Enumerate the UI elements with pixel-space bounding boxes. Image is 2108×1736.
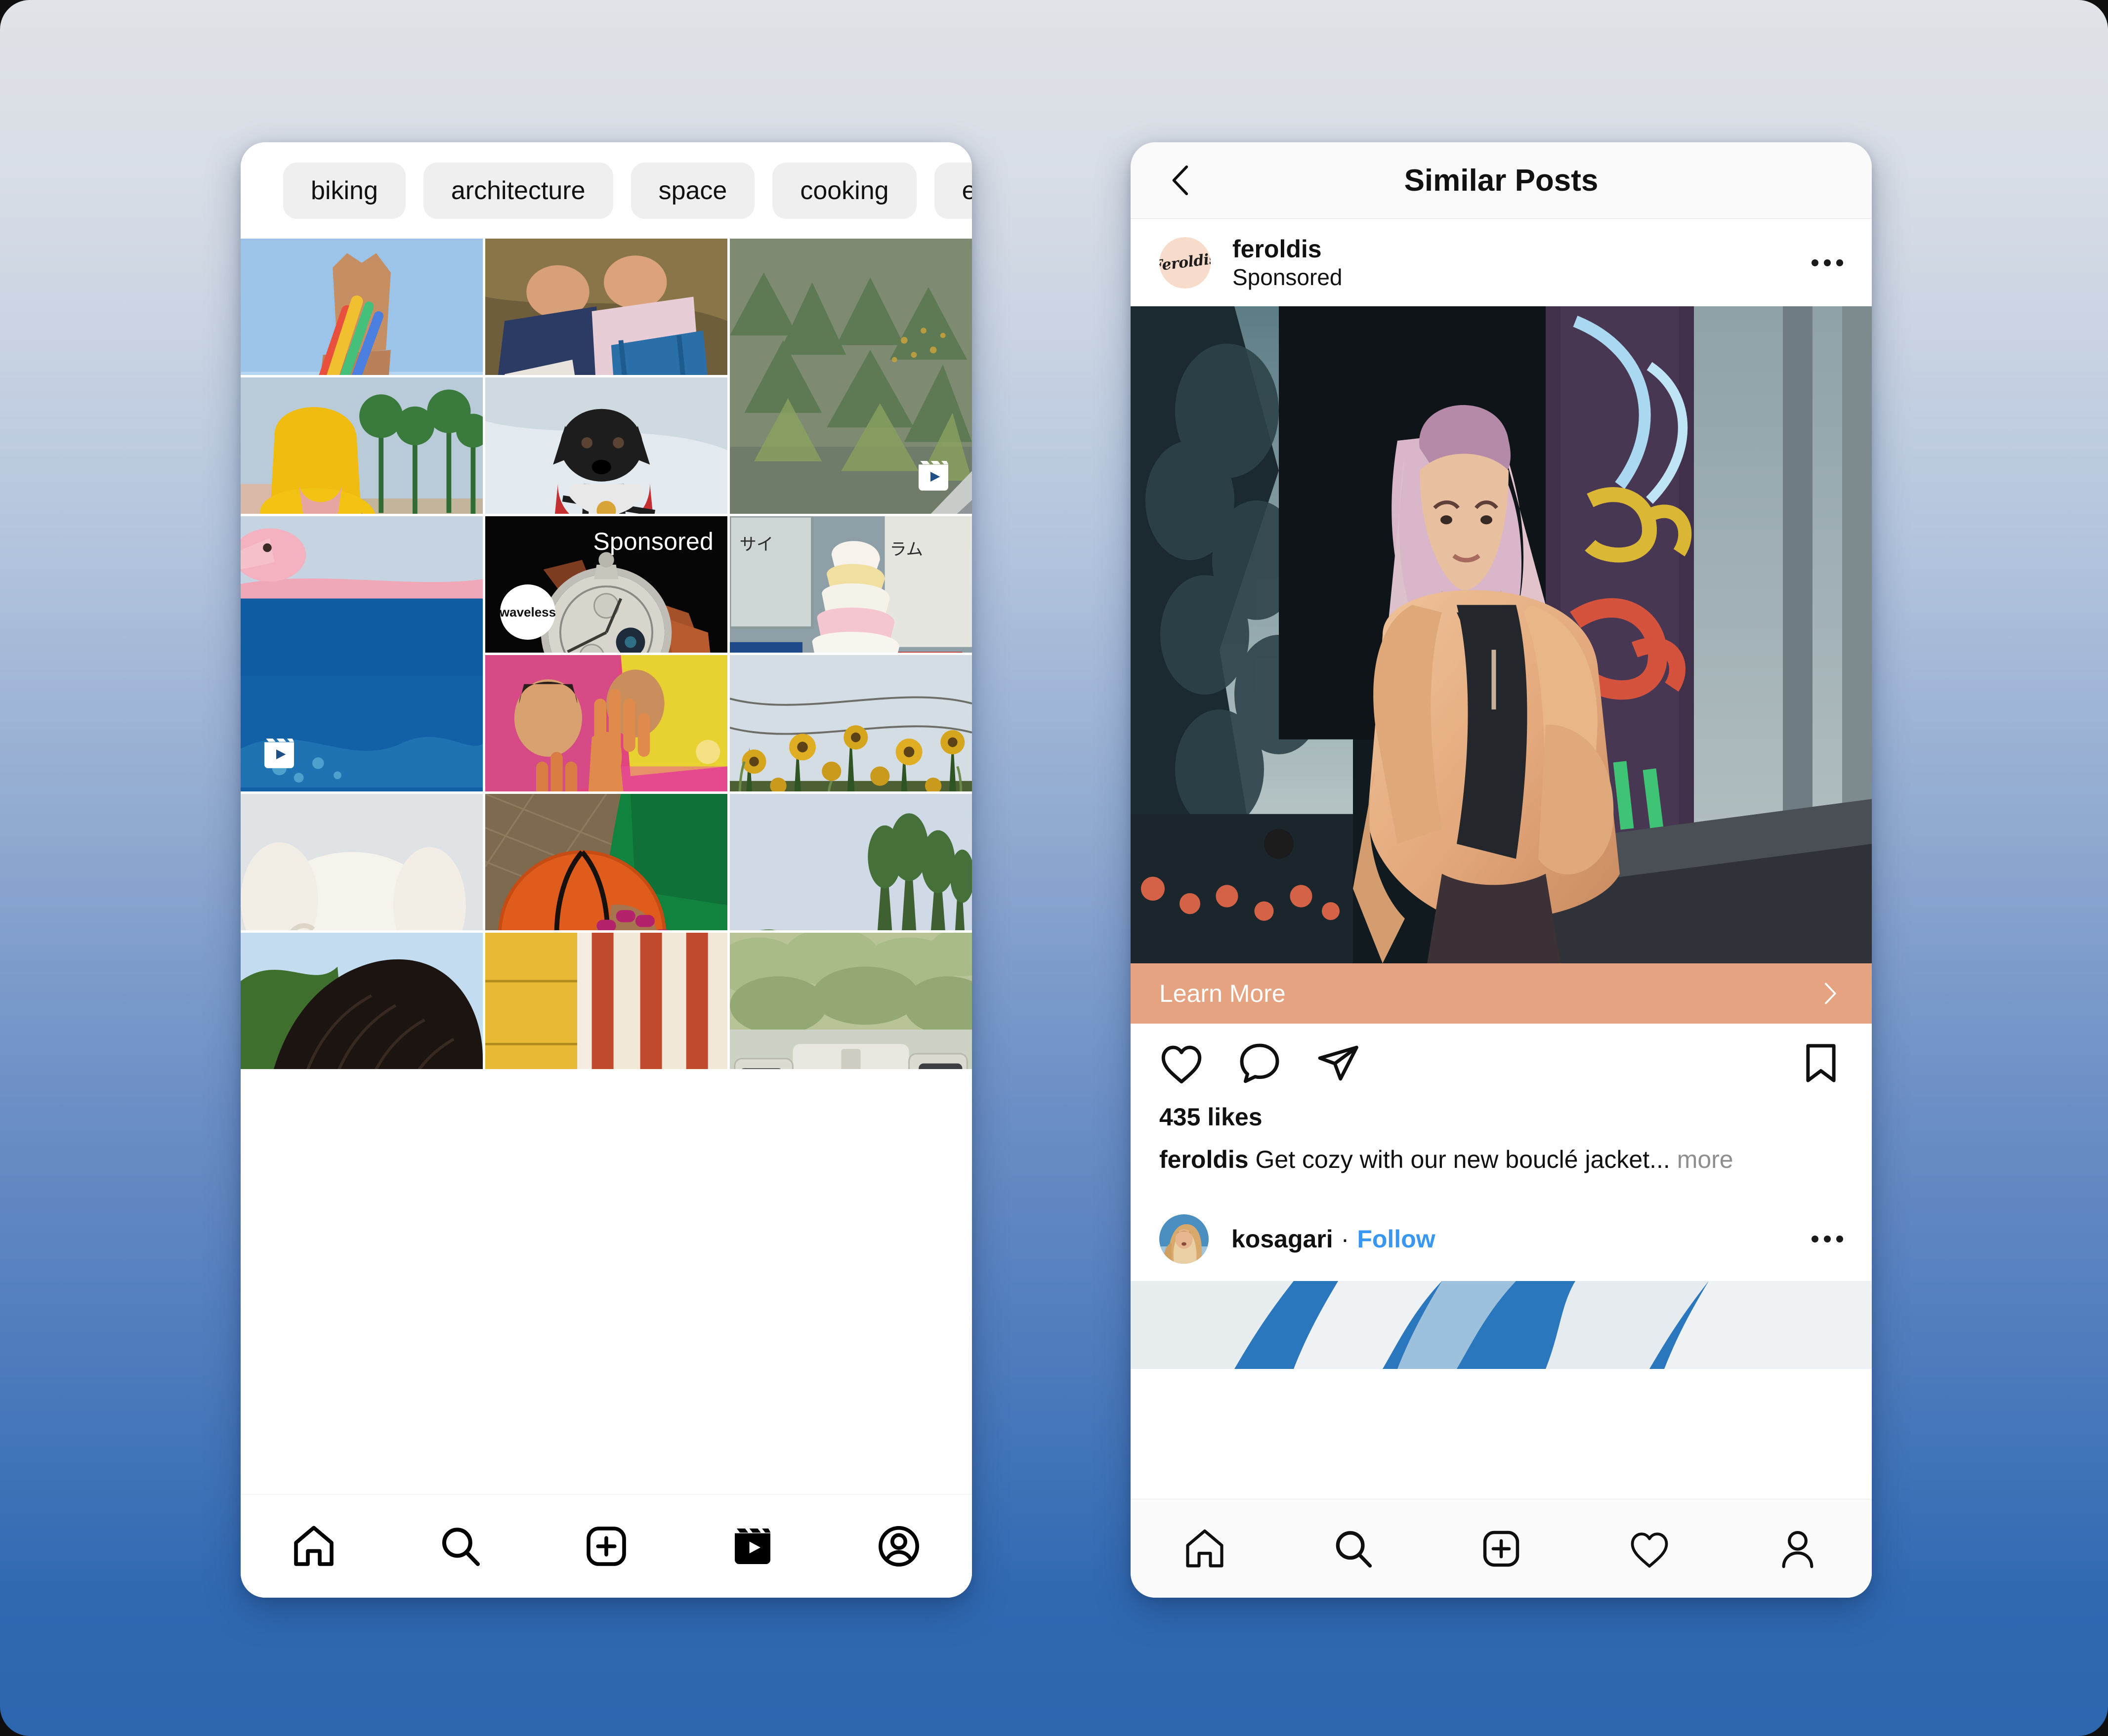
search-icon[interactable] <box>436 1523 484 1570</box>
grid-tile-sunflowers[interactable] <box>730 655 972 791</box>
reels-icon[interactable] <box>729 1523 776 1570</box>
bottom-navigation-post[interactable] <box>1131 1499 1872 1598</box>
grid-tile-garden-trees[interactable] <box>730 794 972 930</box>
svg-text:ラム: ラム <box>889 540 923 559</box>
screen-header: Similar Posts <box>1131 142 1872 219</box>
plus-box-icon[interactable] <box>1478 1526 1524 1571</box>
more-options-icon[interactable] <box>1812 1235 1843 1242</box>
learn-more-cta[interactable]: Learn More <box>1131 963 1872 1024</box>
grid-tile-party-hands[interactable] <box>485 655 727 791</box>
avatar[interactable]: Feroldis <box>1159 237 1211 289</box>
curly-hair-image <box>241 933 483 1069</box>
topic-chip-space[interactable]: space <box>631 162 755 219</box>
follow-button[interactable]: Follow <box>1357 1225 1435 1253</box>
chevron-left-icon[interactable] <box>1162 161 1201 200</box>
heart-icon[interactable] <box>1157 1039 1206 1087</box>
grid-tile-curly-hair[interactable] <box>241 933 483 1069</box>
yellow-raincoat-image <box>241 377 483 514</box>
chip-label: cooking <box>800 176 889 205</box>
hand-beads-image <box>241 239 483 375</box>
chip-label: architecture <box>451 176 586 205</box>
chip-label: space <box>658 176 727 205</box>
garden-trees-image <box>730 794 972 930</box>
share-icon[interactable] <box>1313 1039 1362 1087</box>
grid-tile-couple-grass[interactable] <box>485 239 727 375</box>
similar-posts-phone: Similar Posts Feroldis feroldis Sponsore… <box>1131 142 1872 1598</box>
screenshot-canvas: biking architecture space cooking ever <box>0 0 2108 1736</box>
explore-phone: biking architecture space cooking ever <box>241 142 972 1598</box>
reels-icon <box>264 739 294 768</box>
post-actions <box>1131 1024 1872 1103</box>
topic-chip-ever[interactable]: ever <box>934 162 972 219</box>
clouds-image <box>1131 1281 1872 1369</box>
caption-text: Get cozy with our new bouclé jacket... <box>1255 1146 1670 1173</box>
post-sponsored-label: Sponsored <box>1232 264 1343 290</box>
kosagari-avatar-image <box>1159 1214 1209 1264</box>
ice-cream-image: サイ ラム 8 55 <box>730 516 972 653</box>
post-header: Feroldis feroldis Sponsored <box>1131 219 1872 306</box>
caption-username[interactable]: feroldis <box>1159 1146 1249 1173</box>
profile-icon[interactable] <box>1775 1526 1820 1571</box>
avatar-wordmark: Feroldis <box>1159 250 1211 275</box>
grid-tile-hand-beads[interactable] <box>241 239 483 375</box>
next-post-separator: · <box>1341 1225 1349 1253</box>
post-image[interactable] <box>1131 306 1872 963</box>
grid-tile-sponsored-watch[interactable]: Sponsored waveless <box>485 516 727 653</box>
white-dog-image <box>241 794 483 930</box>
more-options-icon[interactable] <box>1812 259 1843 266</box>
next-post-image[interactable] <box>1131 1281 1872 1369</box>
svg-text:サイ: サイ <box>740 536 774 554</box>
couple-grass-image <box>485 239 727 375</box>
post-author-meta: feroldis Sponsored <box>1232 236 1343 289</box>
grid-tile-dog-snow[interactable] <box>485 377 727 514</box>
caption-more-link[interactable]: more <box>1677 1146 1733 1173</box>
grid-tile-ice-cream[interactable]: サイ ラム 8 55 <box>730 516 972 653</box>
profile-icon[interactable] <box>875 1523 923 1570</box>
party-hands-image <box>485 655 727 791</box>
ad-photo <box>1131 306 1872 963</box>
post-caption: feroldis Get cozy with our new bouclé ja… <box>1131 1131 1872 1175</box>
likes-count[interactable]: 435 likes <box>1131 1103 1872 1131</box>
grid-tile-white-dog[interactable] <box>241 794 483 930</box>
next-post-username[interactable]: kosagari <box>1231 1225 1333 1253</box>
page-title: Similar Posts <box>1404 163 1599 198</box>
bookmark-icon[interactable] <box>1797 1039 1845 1087</box>
avatar[interactable] <box>1159 1214 1209 1264</box>
home-icon[interactable] <box>290 1523 337 1570</box>
brand-badge: waveless <box>500 584 556 640</box>
home-icon[interactable] <box>1182 1526 1227 1571</box>
grid-tile-striped-wall[interactable] <box>485 933 727 1069</box>
topic-chip-architecture[interactable]: architecture <box>423 162 613 219</box>
chip-label: ever <box>962 176 972 205</box>
grid-tile-forest-road[interactable] <box>730 239 972 514</box>
topic-chip-cooking[interactable]: cooking <box>772 162 917 219</box>
dog-snow-image <box>485 377 727 514</box>
striped-wall-image <box>485 933 727 1069</box>
bottom-navigation-explore[interactable] <box>241 1494 972 1598</box>
grid-tile-patio-chairs[interactable] <box>730 933 972 1069</box>
next-post-header: kosagari · Follow <box>1131 1197 1872 1281</box>
chevron-right-icon <box>1825 983 1836 1004</box>
chip-label: biking <box>311 176 378 205</box>
cta-label: Learn More <box>1159 980 1286 1007</box>
patio-chairs-image <box>730 933 972 1069</box>
comment-icon[interactable] <box>1235 1039 1284 1087</box>
heart-icon[interactable] <box>1627 1526 1672 1571</box>
topic-chip-biking[interactable]: biking <box>283 162 406 219</box>
search-icon[interactable] <box>1330 1526 1376 1571</box>
basketball-image <box>485 794 727 930</box>
topic-chip-bar[interactable]: biking architecture space cooking ever <box>241 142 972 239</box>
grid-tile-yellow-raincoat[interactable] <box>241 377 483 514</box>
grid-tile-flamingo-sea[interactable] <box>241 516 483 791</box>
grid-tile-basketball[interactable] <box>485 794 727 930</box>
post-username[interactable]: feroldis <box>1232 236 1343 262</box>
sunflowers-image <box>730 655 972 791</box>
plus-box-icon[interactable] <box>583 1523 630 1570</box>
explore-grid: Sponsored waveless サイ ラム 8 55 <box>241 239 972 1494</box>
reels-icon <box>919 461 948 491</box>
sponsored-label: Sponsored <box>593 528 714 555</box>
